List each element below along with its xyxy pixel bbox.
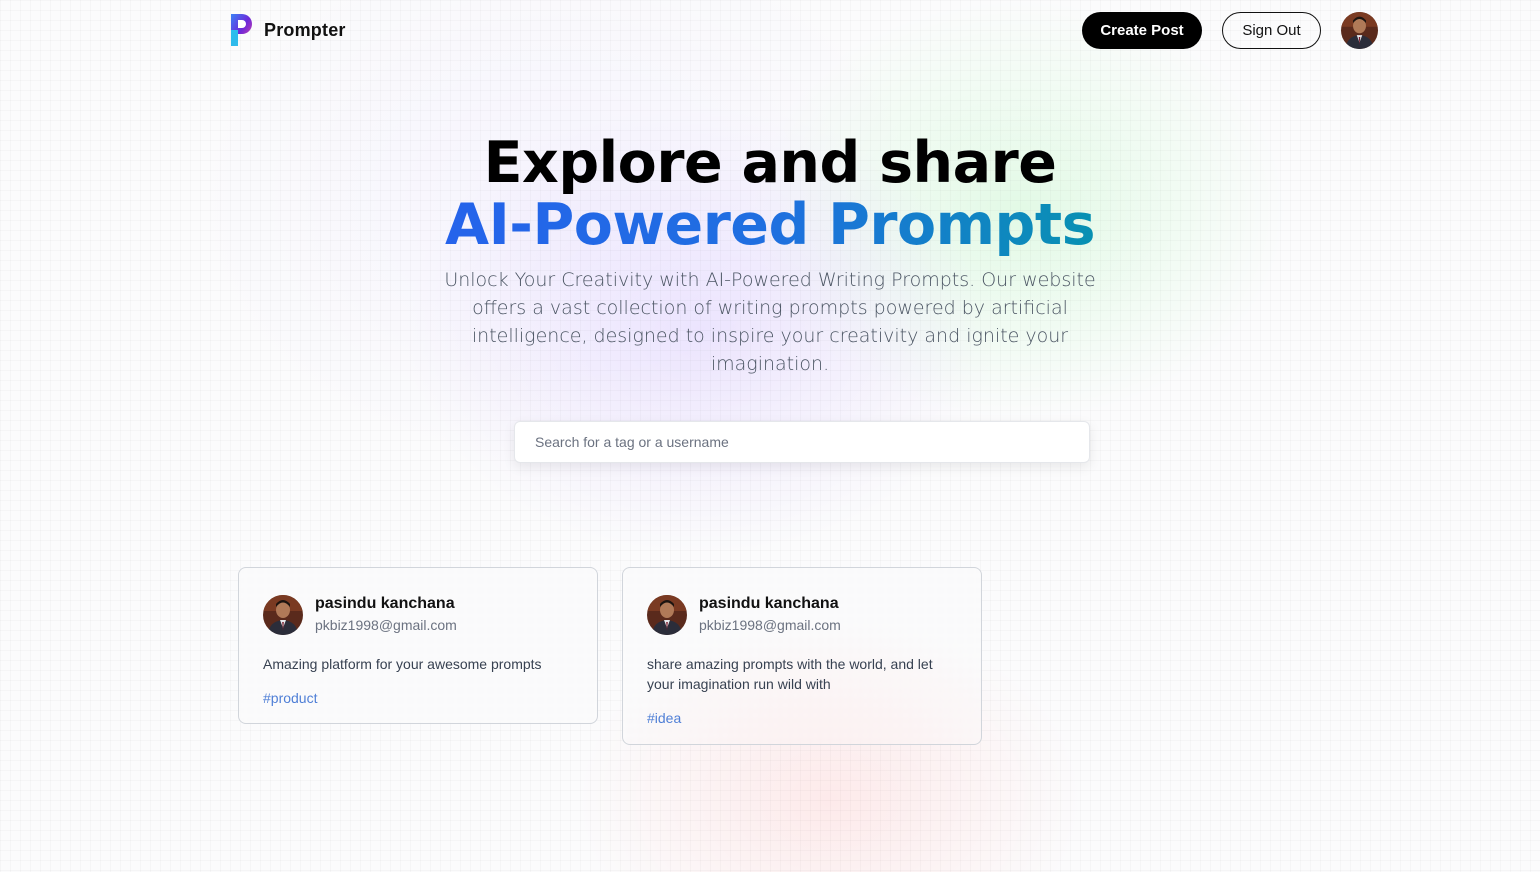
create-post-button[interactable]: Create Post bbox=[1082, 12, 1202, 49]
hero-title-line2: AI-Powered Prompts bbox=[444, 192, 1096, 258]
prompt-card[interactable]: pasindu kanchana pkbiz1998@gmail.com Ama… bbox=[238, 567, 598, 724]
prompter-logo-icon bbox=[231, 14, 252, 46]
card-tag[interactable]: #idea bbox=[647, 710, 957, 726]
card-prompt-text: share amazing prompts with the world, an… bbox=[647, 656, 933, 692]
card-username: pasindu kanchana bbox=[699, 595, 839, 612]
prompt-card[interactable]: pasindu kanchana pkbiz1998@gmail.com sha… bbox=[622, 567, 982, 745]
card-tag[interactable]: #product bbox=[263, 690, 573, 706]
page: Prompter Create Post Sign Out Explore an… bbox=[0, 0, 1540, 872]
search-input[interactable] bbox=[514, 421, 1090, 463]
sign-out-button[interactable]: Sign Out bbox=[1222, 12, 1321, 49]
card-prompt-text: Amazing platform for your awesome prompt… bbox=[263, 656, 542, 672]
hero-section: Explore and share AI-Powered Prompts Unl… bbox=[0, 132, 1540, 378]
hero-title-line1: Explore and share bbox=[483, 130, 1057, 196]
card-email: pkbiz1998@gmail.com bbox=[315, 617, 457, 633]
brand-logo[interactable]: Prompter bbox=[228, 12, 346, 48]
card-email: pkbiz1998@gmail.com bbox=[699, 617, 841, 633]
navbar: Prompter Create Post Sign Out bbox=[228, 12, 1380, 50]
card-header[interactable]: pasindu kanchana pkbiz1998@gmail.com bbox=[263, 594, 573, 636]
brand-name: Prompter bbox=[264, 19, 346, 40]
user-avatar bbox=[263, 595, 303, 635]
card-header[interactable]: pasindu kanchana pkbiz1998@gmail.com bbox=[647, 594, 957, 636]
card-username: pasindu kanchana bbox=[315, 595, 455, 612]
user-avatar[interactable] bbox=[1341, 12, 1378, 49]
user-avatar bbox=[647, 595, 687, 635]
hero-description: Unlock Your Creativity with AI-Powered W… bbox=[444, 269, 1096, 375]
